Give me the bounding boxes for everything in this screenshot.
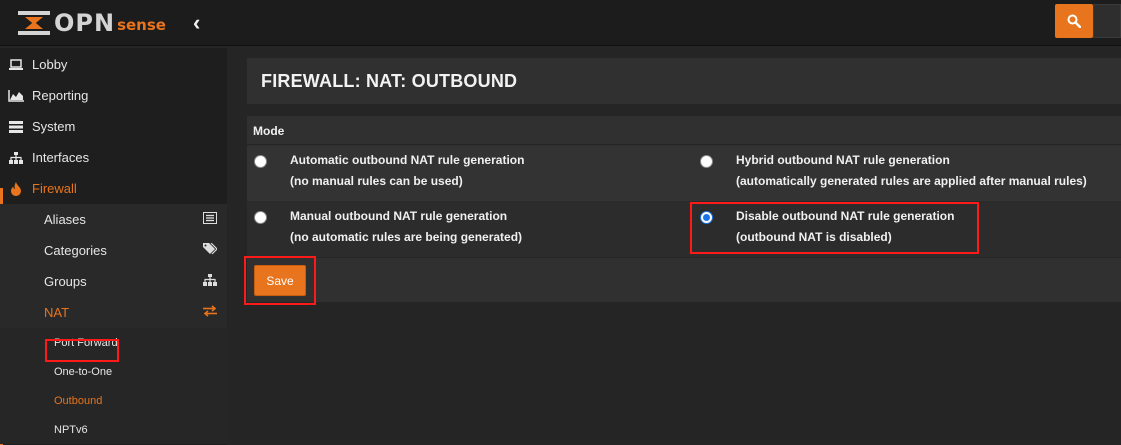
sidebar-item-label: Lobby: [32, 57, 68, 72]
search-input[interactable]: [1093, 4, 1121, 38]
option-title: Hybrid outbound NAT rule generation: [736, 153, 950, 167]
fire-icon: [8, 181, 24, 196]
sidebar-item-groups[interactable]: Groups: [0, 266, 227, 297]
option-description: (automatically generated rules are appli…: [736, 174, 1087, 188]
sidebar-item-label: NAT: [44, 305, 70, 320]
sitemap-icon: [8, 151, 24, 164]
page-header: FIREWALL: NAT: OUTBOUND: [247, 58, 1121, 104]
hybrid-mode-label[interactable]: Hybrid outbound NAT rule generation (aut…: [736, 150, 1087, 192]
sidebar-item-outbound[interactable]: Outbound: [0, 386, 227, 415]
area-chart-icon: [8, 89, 24, 102]
sitemap-icon: [203, 274, 217, 289]
logo-subtext: sense: [117, 16, 166, 34]
disable-option-highlight-box: [690, 202, 979, 254]
sidebar-item-label: Outbound: [54, 394, 103, 407]
sidebar-item-system[interactable]: System: [0, 111, 227, 142]
sidebar-item-interfaces[interactable]: Interfaces: [0, 142, 227, 173]
manual-mode-label[interactable]: Manual outbound NAT rule generation (no …: [290, 206, 522, 248]
hybrid-mode-radio[interactable]: [700, 155, 713, 168]
option-description: (no automatic rules are being generated): [290, 230, 523, 244]
sidebar-item-label: Firewall: [32, 181, 77, 196]
mode-header-row: Mode: [247, 116, 1121, 145]
sidebar-item-categories[interactable]: Categories: [0, 235, 227, 266]
sidebar-item-label: Interfaces: [32, 150, 90, 165]
search-button[interactable]: [1055, 4, 1093, 38]
option-title: Manual outbound NAT rule generation: [290, 209, 508, 223]
collapse-sidebar-button[interactable]: ‹: [193, 12, 211, 34]
opnsense-logo[interactable]: OPN sense: [18, 9, 166, 37]
sidebar-item-firewall[interactable]: Firewall: [0, 173, 227, 204]
opnsense-logo-mark-icon: [18, 11, 50, 35]
save-button[interactable]: Save: [254, 265, 306, 296]
exchange-icon: [203, 305, 217, 320]
list-alt-icon: [203, 212, 217, 227]
sidebar-item-label: Categories: [44, 243, 107, 258]
option-description: (no manual rules can be used): [290, 174, 463, 188]
mode-label: Mode: [253, 124, 285, 138]
sidebar-item-label: Aliases: [44, 212, 86, 227]
sidebar-item-nptv6[interactable]: NPTv6: [0, 415, 227, 444]
sidebar-item-nat[interactable]: NAT: [0, 297, 227, 328]
automatic-mode-radio[interactable]: [254, 155, 267, 168]
automatic-mode-label[interactable]: Automatic outbound NAT rule generation (…: [290, 150, 524, 192]
sidebar-item-label: One-to-One: [54, 365, 113, 378]
tags-icon: [203, 242, 218, 258]
page-title: FIREWALL: NAT: OUTBOUND: [261, 71, 518, 91]
sidebar-item-label: System: [32, 119, 76, 134]
search-icon: [1067, 14, 1081, 28]
sidebar-item-lobby[interactable]: Lobby: [0, 49, 227, 80]
sidebar-item-label: Reporting: [32, 88, 89, 103]
outbound-highlight-box: [45, 339, 119, 362]
logo-text: OPN: [54, 9, 116, 37]
sidebar-item-label: NPTv6: [54, 423, 88, 436]
option-title: Automatic outbound NAT rule generation: [290, 153, 525, 167]
server-icon: [8, 120, 24, 133]
top-bar: OPN sense ‹: [0, 0, 1121, 46]
sidebar-item-reporting[interactable]: Reporting: [0, 80, 227, 111]
manual-mode-radio[interactable]: [254, 211, 267, 224]
laptop-icon: [8, 58, 24, 71]
sidebar: Lobby Reporting System Interfaces Firewa…: [0, 48, 227, 445]
sidebar-item-label: Groups: [44, 274, 87, 289]
sidebar-item-aliases[interactable]: Aliases: [0, 204, 227, 235]
